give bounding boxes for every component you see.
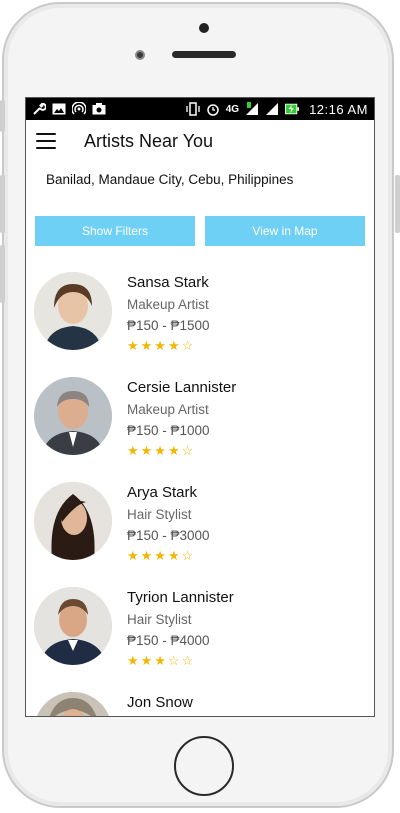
- artist-price: ₱150 - ₱3000: [127, 528, 210, 543]
- star-rating: ★★★☆☆: [127, 653, 196, 668]
- power-button[interactable]: [395, 175, 400, 233]
- artist-list: Sansa Stark Makeup Artist ₱150 - ₱1500 ★…: [26, 272, 374, 716]
- status-bar: 4G 12:16 AM: [26, 98, 374, 120]
- artist-name: Sansa Stark: [127, 274, 209, 291]
- avatar: [34, 692, 112, 716]
- hotspot-icon: [72, 102, 86, 116]
- list-item[interactable]: Sansa Stark Makeup Artist ₱150 - ₱1500 ★…: [26, 272, 374, 377]
- app-screen: 4G 12:16 AM Artists Near You Banilad, Ma…: [25, 97, 375, 717]
- artist-role: Hair Stylist: [127, 612, 192, 627]
- battery-charging-icon: [285, 102, 300, 116]
- avatar: [34, 482, 112, 560]
- list-item[interactable]: Jon Snow: [26, 692, 374, 716]
- avatar: [34, 587, 112, 665]
- menu-icon[interactable]: [36, 133, 56, 149]
- action-button-row: Show Filters View in Map: [26, 216, 374, 246]
- image-icon: [52, 102, 66, 116]
- front-camera-icon: [135, 50, 145, 60]
- artist-role: Makeup Artist: [127, 402, 209, 417]
- star-rating: ★★★★☆: [127, 338, 196, 353]
- artist-role: Makeup Artist: [127, 297, 209, 312]
- view-in-map-button[interactable]: View in Map: [205, 216, 365, 246]
- wrench-icon: [32, 102, 46, 116]
- list-item[interactable]: Tyrion Lannister Hair Stylist ₱150 - ₱40…: [26, 587, 374, 692]
- mute-switch[interactable]: [0, 100, 5, 132]
- star-rating: ★★★★☆: [127, 443, 196, 458]
- camera-icon: [92, 102, 106, 116]
- artist-price: ₱150 - ₱1000: [127, 423, 210, 438]
- avatar: [34, 272, 112, 350]
- page-title: Artists Near You: [84, 130, 214, 151]
- list-item[interactable]: Cersie Lannister Makeup Artist ₱150 - ₱1…: [26, 377, 374, 482]
- artist-name: Arya Stark: [127, 484, 198, 501]
- app-bar: Artists Near You: [26, 120, 374, 162]
- artist-price: ₱150 - ₱4000: [127, 633, 210, 648]
- status-time: 12:16 AM: [309, 101, 368, 117]
- list-item[interactable]: Arya Stark Hair Stylist ₱150 - ₱3000 ★★★…: [26, 482, 374, 587]
- volume-down-button[interactable]: [0, 245, 5, 303]
- home-button[interactable]: [174, 736, 234, 796]
- location-text: Banilad, Mandaue City, Cebu, Philippines: [46, 172, 294, 187]
- vibrate-icon: [186, 102, 200, 116]
- earpiece-speaker: [172, 51, 236, 58]
- artist-role: Hair Stylist: [127, 507, 192, 522]
- sensor-icon: [199, 23, 209, 33]
- avatar: [34, 377, 112, 455]
- signal-icon: [245, 102, 259, 116]
- network-type-label: 4G: [225, 103, 240, 115]
- artist-price: ₱150 - ₱1500: [127, 318, 210, 333]
- star-rating: ★★★★☆: [127, 548, 196, 563]
- signal-icon: [265, 102, 279, 116]
- artist-name: Jon Snow: [127, 694, 193, 711]
- alarm-icon: [206, 102, 220, 116]
- volume-up-button[interactable]: [0, 175, 5, 233]
- artist-name: Cersie Lannister: [127, 379, 237, 396]
- show-filters-button[interactable]: Show Filters: [35, 216, 195, 246]
- artist-name: Tyrion Lannister: [127, 589, 234, 606]
